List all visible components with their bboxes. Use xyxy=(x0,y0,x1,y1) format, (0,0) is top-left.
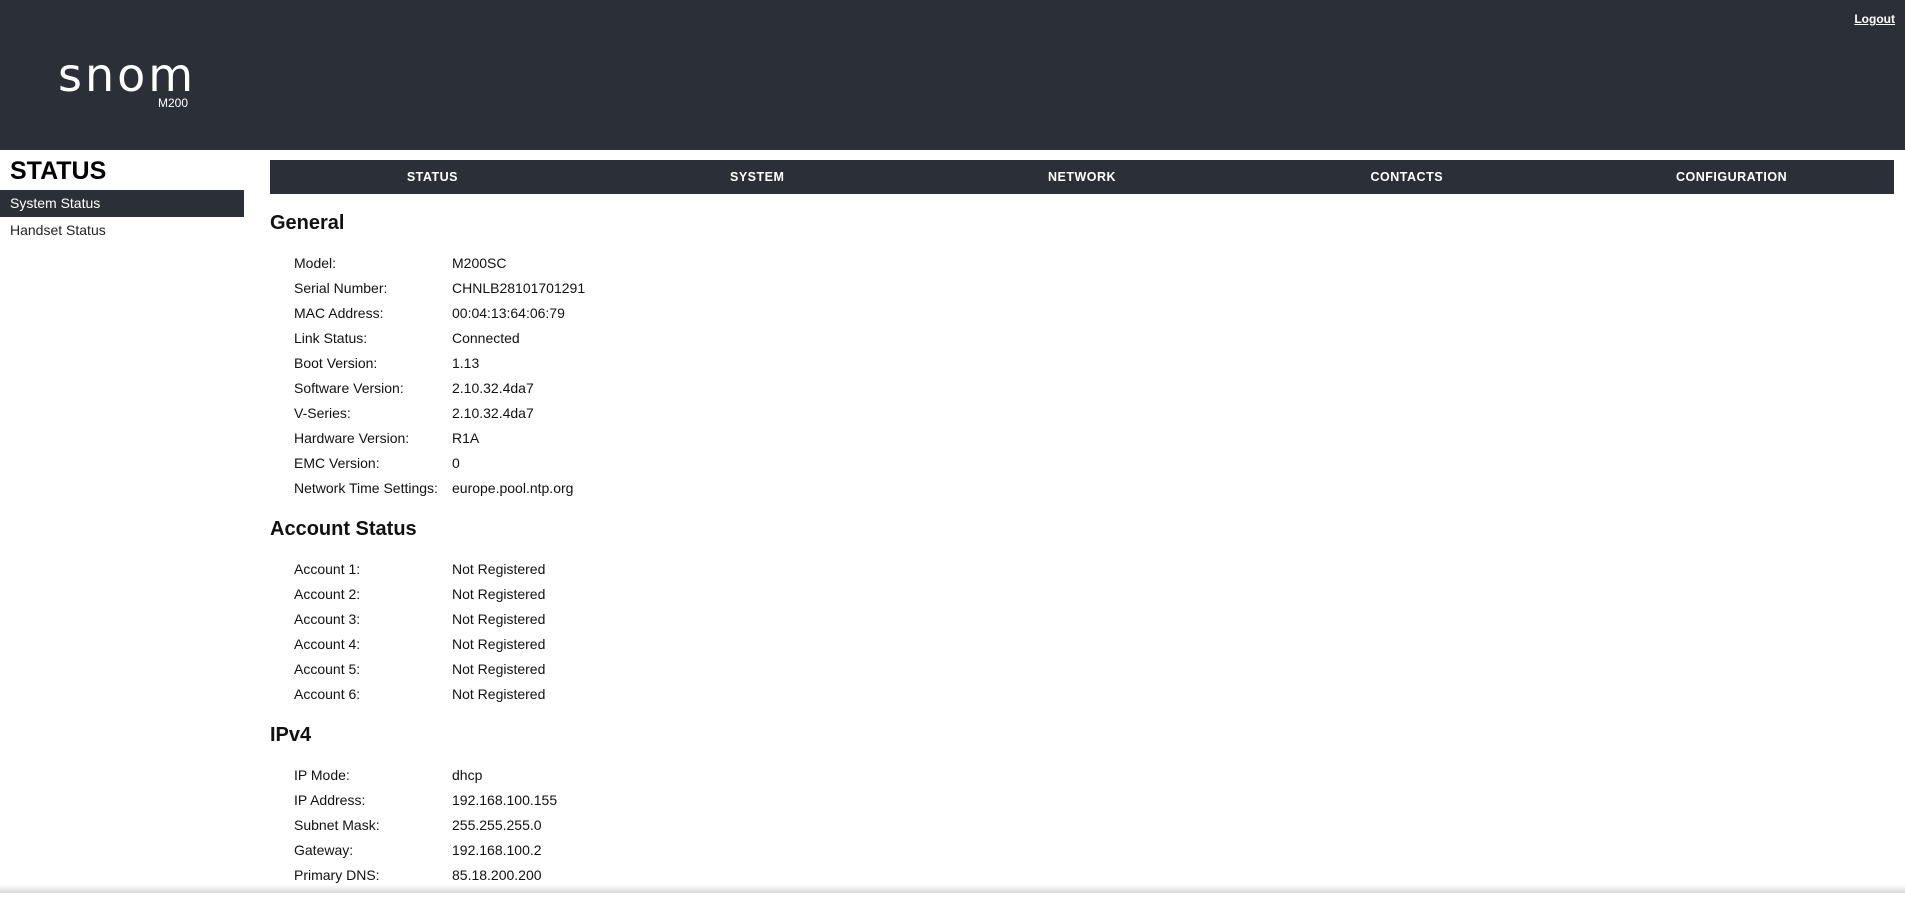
table-row: Network Time Settings: europe.pool.ntp.or… xyxy=(294,475,585,500)
table-row: Link Status: Connected xyxy=(294,325,585,350)
row-value: Not Registered xyxy=(452,635,546,652)
table-row: Model: M200SC xyxy=(294,250,585,275)
header-bar: snom M200 Logout xyxy=(0,0,1905,150)
row-value: 192.168.100.155 xyxy=(452,791,558,808)
row-key: Gateway: xyxy=(294,841,354,858)
row-key: Account 2: xyxy=(294,585,361,602)
logo-wordmark: snom xyxy=(58,48,197,102)
ipv4-section: IPv4 IP Mode: dhcp IP Address: 192.168.100… xyxy=(270,722,1870,887)
main-nav: STATUS SYSTEM NETWORK CONTACTS CONFIGURA… xyxy=(270,160,1894,194)
nav-system[interactable]: SYSTEM xyxy=(595,160,920,194)
logo-model-label: M200 xyxy=(157,96,188,110)
account-status-section: Account Status Account 1: Not Registered … xyxy=(270,516,1870,706)
table-row: Account 4: Not Registered xyxy=(294,631,545,656)
table-row: Software Version: 2.10.32.4da7 xyxy=(294,375,585,400)
row-value: Not Registered xyxy=(452,660,546,677)
account-status-table: Account 1: Not Registered Account 2: Not R… xyxy=(294,556,545,706)
ipv4-title: IPv4 xyxy=(270,724,312,746)
row-value: Not Registered xyxy=(452,560,546,577)
snom-logo: snom M200 xyxy=(58,52,193,112)
row-value: 00:04:13:64:06:79 xyxy=(452,304,565,321)
row-key: MAC Address: xyxy=(294,304,384,321)
general-section: General Model: M200SC Serial Number: CHNLB… xyxy=(270,210,1870,500)
row-key: Primary DNS: xyxy=(294,866,380,883)
row-value: 1.13 xyxy=(452,354,480,371)
row-key: Account 3: xyxy=(294,610,361,627)
nav-network[interactable]: NETWORK xyxy=(920,160,1245,194)
table-row: IP Mode: dhcp xyxy=(294,762,557,787)
row-key: Link Status: xyxy=(294,329,368,346)
nav-status[interactable]: STATUS xyxy=(270,160,595,194)
row-key: Subnet Mask: xyxy=(294,816,380,833)
row-key: Serial Number: xyxy=(294,279,388,296)
row-key: Account 5: xyxy=(294,660,361,677)
account-status-title: Account Status xyxy=(270,518,417,540)
sidebar-title: STATUS xyxy=(10,157,107,185)
logout-link[interactable]: Logout xyxy=(1854,12,1895,26)
row-value: M200SC xyxy=(452,254,507,271)
row-value: Not Registered xyxy=(452,685,546,702)
table-row: Primary DNS: 85.18.200.200 xyxy=(294,862,557,887)
bottom-scroll-shadow xyxy=(0,885,1905,893)
table-row: Account 3: Not Registered xyxy=(294,606,545,631)
row-key: Account 6: xyxy=(294,685,361,702)
row-value: 192.168.100.2 xyxy=(452,841,542,858)
ipv4-table: IP Mode: dhcp IP Address: 192.168.100.155 … xyxy=(294,762,557,887)
main-content: General Model: M200SC Serial Number: CHNLB… xyxy=(270,210,1870,903)
table-row: EMC Version: 0 xyxy=(294,450,585,475)
table-row: Gateway: 192.168.100.2 xyxy=(294,837,557,862)
row-value: 85.18.200.200 xyxy=(452,866,542,883)
row-value: 2.10.32.4da7 xyxy=(452,404,534,421)
table-row: V-Series: 2.10.32.4da7 xyxy=(294,400,585,425)
row-key: IP Address: xyxy=(294,791,366,808)
row-value: 0 xyxy=(452,454,460,471)
table-row: Account 6: Not Registered xyxy=(294,681,545,706)
row-value: R1A xyxy=(452,429,480,446)
sidebar-item-system-status[interactable]: System Status xyxy=(0,190,244,217)
row-key: IP Mode: xyxy=(294,766,350,783)
table-row: MAC Address: 00:04:13:64:06:79 xyxy=(294,300,585,325)
table-row: Account 5: Not Registered xyxy=(294,656,545,681)
sidebar-item-handset-status[interactable]: Handset Status xyxy=(0,217,245,244)
row-value: Not Registered xyxy=(452,585,546,602)
row-key: Model: xyxy=(294,254,337,271)
row-key: Account 1: xyxy=(294,560,361,577)
table-row: IP Address: 192.168.100.155 xyxy=(294,787,557,812)
general-table: Model: M200SC Serial Number: CHNLB28101701… xyxy=(294,250,585,500)
row-value: europe.pool.ntp.org xyxy=(452,479,574,496)
table-row: Serial Number: CHNLB28101701291 xyxy=(294,275,585,300)
row-value: dhcp xyxy=(452,766,483,783)
row-value: Not Registered xyxy=(452,610,546,627)
table-row: Account 1: Not Registered xyxy=(294,556,545,581)
row-key: Hardware Version: xyxy=(294,429,410,446)
row-key: V-Series: xyxy=(294,404,351,421)
nav-configuration[interactable]: CONFIGURATION xyxy=(1569,160,1894,194)
row-value: 255.255.255.0 xyxy=(452,816,542,833)
row-value: CHNLB28101701291 xyxy=(452,279,586,296)
row-key: Network Time Settings: xyxy=(294,479,438,496)
row-key: Boot Version: xyxy=(294,354,378,371)
sidebar: STATUS System Status Handset Status xyxy=(0,150,245,244)
row-key: Software Version: xyxy=(294,379,404,396)
table-row: Subnet Mask: 255.255.255.0 xyxy=(294,812,557,837)
nav-contacts[interactable]: CONTACTS xyxy=(1244,160,1569,194)
row-key: Account 4: xyxy=(294,635,361,652)
table-row: Boot Version: 1.13 xyxy=(294,350,585,375)
row-key: EMC Version: xyxy=(294,454,380,471)
row-value: 2.10.32.4da7 xyxy=(452,379,534,396)
general-title: General xyxy=(270,212,345,234)
table-row: Account 2: Not Registered xyxy=(294,581,545,606)
table-row: Hardware Version: R1A xyxy=(294,425,585,450)
row-value: Connected xyxy=(452,329,520,346)
